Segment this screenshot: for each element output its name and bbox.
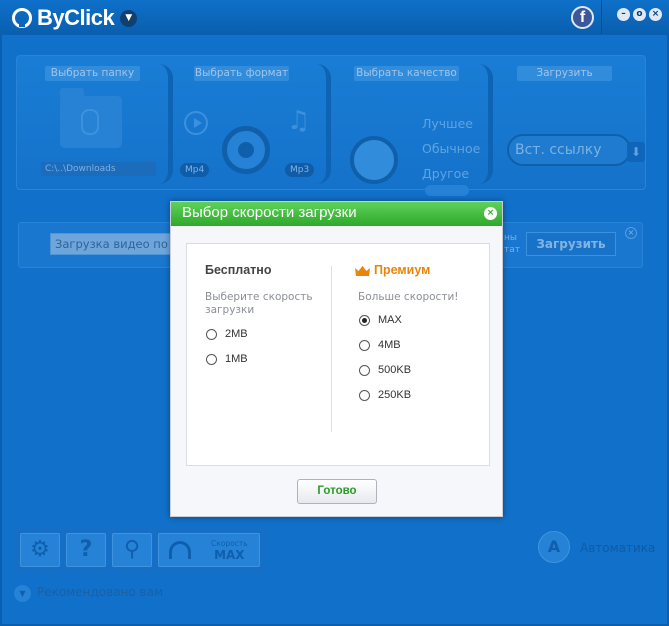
radio-button[interactable] xyxy=(206,353,217,365)
radio-label: 4MB xyxy=(378,339,401,351)
app-menu-chevron-icon[interactable]: ▼ xyxy=(120,9,138,27)
radio-button[interactable] xyxy=(359,364,370,376)
free-plan-description: Выберите скорость загрузки xyxy=(205,291,313,316)
crown-icon xyxy=(355,266,370,276)
speed-dialog: Выбор скорости загрузки × Бесплатно Выбе… xyxy=(170,201,503,517)
radio-button[interactable] xyxy=(359,389,370,401)
radio-button[interactable] xyxy=(359,339,370,351)
title-bar: ByClick ▼ f – o × xyxy=(0,0,669,34)
maximize-icon[interactable]: o xyxy=(633,8,646,21)
minimize-icon[interactable]: – xyxy=(617,8,630,21)
radio-label: 250KB xyxy=(378,389,412,401)
radio-label: 500KB xyxy=(378,364,412,376)
radio-label: MAX xyxy=(378,314,402,326)
dialog-close-icon[interactable]: × xyxy=(484,207,497,220)
title-bar-divider xyxy=(601,0,602,34)
facebook-icon[interactable]: f xyxy=(571,6,594,29)
radio-option-500kb[interactable]: 500KB xyxy=(359,364,411,376)
radio-option-1mb[interactable]: 1MB xyxy=(206,353,248,365)
dialog-title: Выбор скорости загрузки xyxy=(182,204,357,221)
radio-button[interactable] xyxy=(206,328,217,340)
close-icon[interactable]: × xyxy=(649,8,662,21)
radio-option-250kb[interactable]: 250KB xyxy=(359,389,411,401)
speed-options-panel: Бесплатно Выберите скорость загрузки 2MB… xyxy=(186,243,490,466)
done-button[interactable]: Готово xyxy=(297,479,377,504)
premium-plan-title: Премиум xyxy=(374,263,431,277)
radio-label: 1MB xyxy=(225,353,248,365)
radio-option-max[interactable]: MAX xyxy=(359,314,402,326)
dialog-header: Выбор скорости загрузки × xyxy=(171,202,502,226)
app-logo: ByClick ▼ xyxy=(12,5,138,31)
byclick-logo-icon xyxy=(12,8,32,28)
radio-option-2mb[interactable]: 2MB xyxy=(206,328,248,340)
premium-plan-description: Больше скорости! xyxy=(358,291,459,303)
app-title: ByClick xyxy=(37,5,115,30)
free-plan-title: Бесплатно xyxy=(205,263,272,277)
radio-option-4mb[interactable]: 4MB xyxy=(359,339,401,351)
radio-button[interactable] xyxy=(359,314,370,326)
column-divider xyxy=(331,266,332,432)
radio-label: 2MB xyxy=(225,328,248,340)
